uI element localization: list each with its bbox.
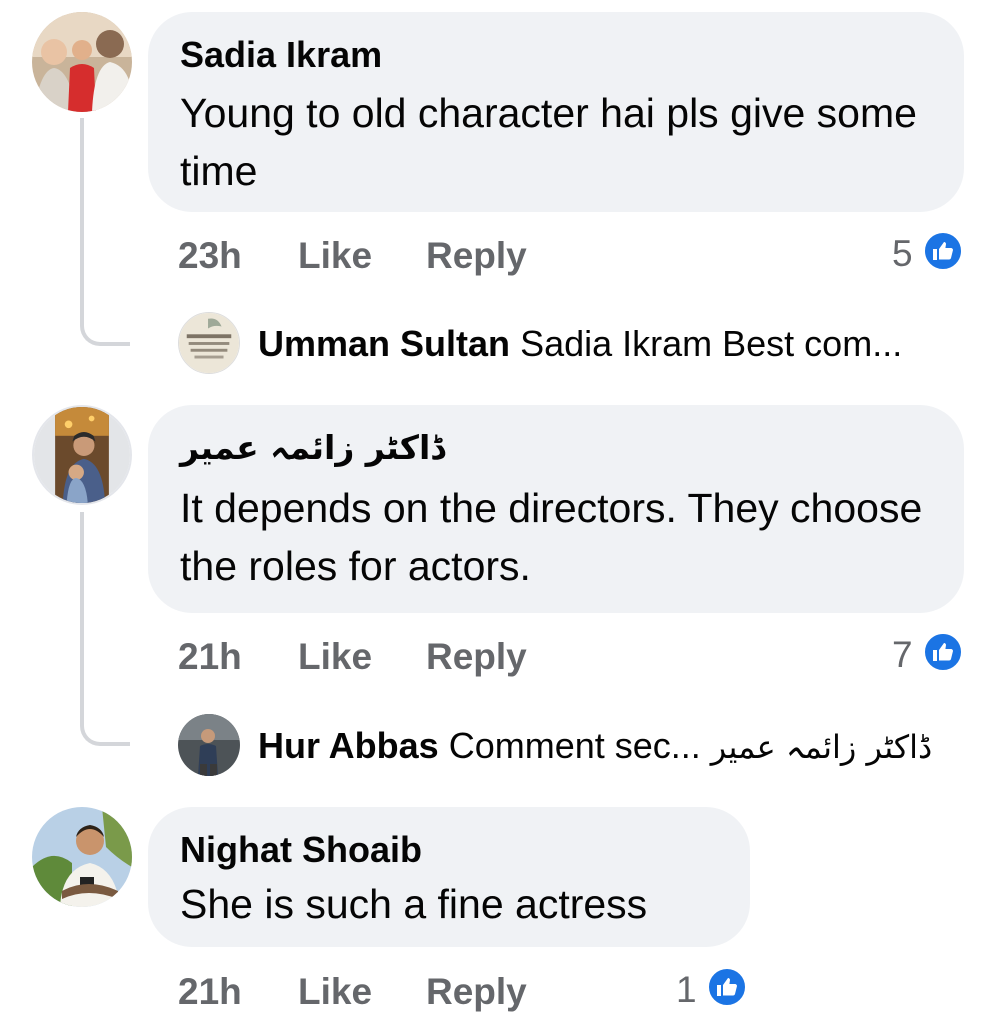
reply-snippet: Comment sec... (448, 725, 701, 766)
comment-author[interactable]: Sadia Ikram (180, 34, 932, 76)
reaction-count[interactable]: 7 (892, 633, 913, 677)
avatar[interactable] (178, 312, 240, 374)
thumbs-up-icon[interactable] (706, 966, 748, 1008)
profile-photo-icon (32, 12, 132, 112)
comment-bubble: Sadia Ikram Young to old character hai p… (148, 12, 964, 212)
comment-bubble: Nighat Shoaib She is such a fine actress (148, 807, 750, 947)
reply-snippet: Sadia Ikram Best com... (520, 323, 903, 364)
avatar[interactable] (32, 405, 132, 505)
comment-timestamp[interactable]: 21h (178, 970, 242, 1014)
thread-connector (80, 118, 130, 346)
like-button[interactable]: Like (298, 970, 372, 1014)
comment-author[interactable]: Nighat Shoaib (180, 829, 718, 871)
reply-preview[interactable]: Hur Abbas Comment sec... ڈاکٹر زائمہ عمی… (258, 724, 932, 769)
reply-button[interactable]: Reply (426, 970, 527, 1014)
profile-photo-icon (178, 714, 240, 776)
like-button[interactable]: Like (298, 635, 372, 679)
avatar[interactable] (32, 12, 132, 112)
avatar[interactable] (178, 714, 240, 776)
profile-photo-icon (179, 313, 239, 373)
reply-mention[interactable]: ڈاکٹر زائمہ عمیر (711, 728, 932, 766)
reply-author[interactable]: Umman Sultan (258, 323, 510, 364)
profile-photo-icon (32, 807, 132, 907)
reply-button[interactable]: Reply (426, 635, 527, 679)
reply-author[interactable]: Hur Abbas (258, 725, 439, 766)
like-button[interactable]: Like (298, 234, 372, 278)
reaction-count[interactable]: 1 (676, 968, 697, 1012)
thumbs-up-icon[interactable] (922, 631, 964, 673)
comment-timestamp[interactable]: 23h (178, 234, 242, 278)
thumbs-up-icon[interactable] (922, 230, 964, 272)
avatar[interactable] (32, 807, 132, 907)
comment-bubble: ڈاکٹر زائمہ عمیر It depends on the direc… (148, 405, 964, 613)
reply-button[interactable]: Reply (426, 234, 527, 278)
profile-photo-icon (34, 407, 130, 503)
comment-author[interactable]: ڈاکٹر زائمہ عمیر (180, 427, 450, 469)
reply-preview[interactable]: Umman Sultan Sadia Ikram Best com... (258, 322, 902, 366)
reaction-count[interactable]: 5 (892, 232, 913, 276)
thread-connector (80, 512, 130, 746)
comment-timestamp[interactable]: 21h (178, 635, 242, 679)
comment-text: Young to old character hai pls give some… (180, 90, 917, 194)
comment-text: It depends on the directors. They choose… (180, 485, 923, 589)
comment-text: She is such a fine actress (180, 881, 648, 927)
